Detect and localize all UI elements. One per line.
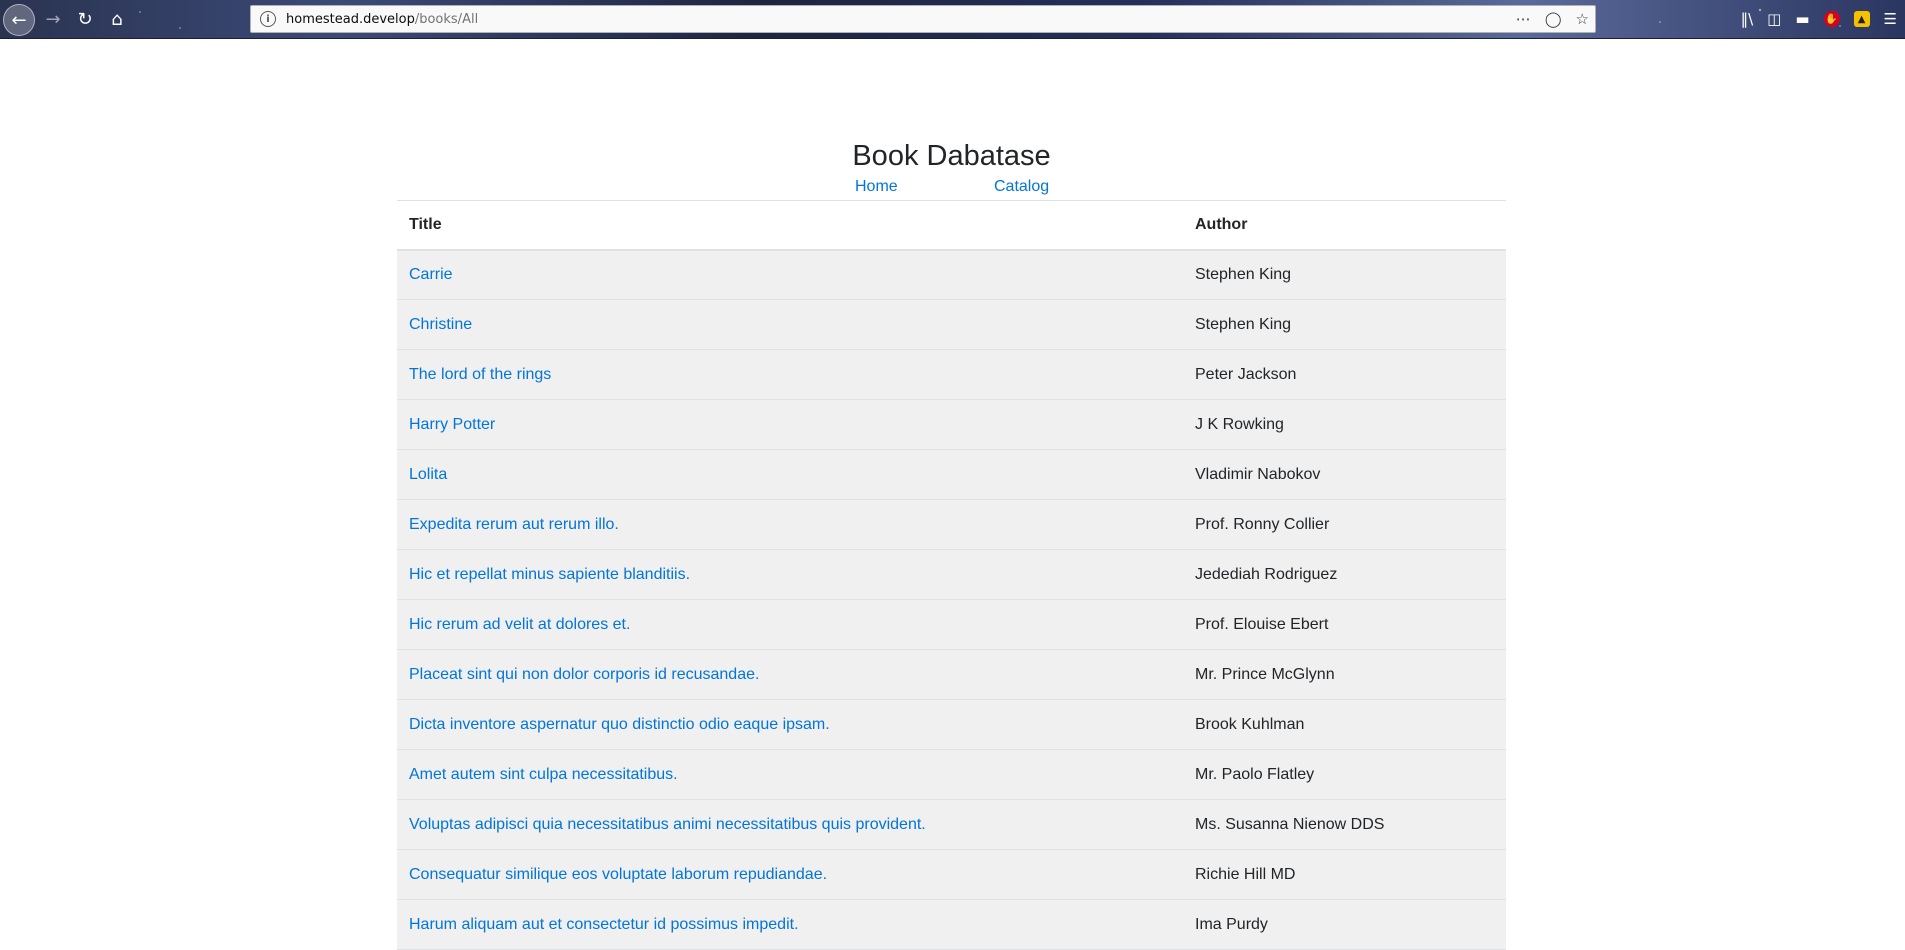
forward-arrow-icon[interactable]: → [38,4,68,34]
pocket-icon[interactable]: ◯ [1545,10,1562,28]
book-title-link[interactable]: Voluptas adipisci quia necessitatibus an… [409,816,926,833]
book-title-cell: Hic rerum ad velit at dolores et. [397,599,1183,650]
book-title-link[interactable]: Consequatur similique eos voluptate labo… [409,866,827,883]
book-title-cell: Placeat sint qui non dolor corporis id r… [397,649,1183,700]
book-author-cell: Mr. Prince McGlynn [1183,649,1506,700]
book-title-link[interactable]: Hic rerum ad velit at dolores et. [409,616,630,633]
nav-link-home[interactable]: Home [855,178,898,196]
book-author-cell: Vladimir Nabokov [1183,449,1506,500]
book-title-link[interactable]: Harum aliquam aut et consectetur id poss… [409,916,799,933]
book-author-cell: Brook Kuhlman [1183,699,1506,750]
book-title-cell: Dicta inventore aspernatur quo distincti… [397,699,1183,750]
url-host: homestead.develop [286,11,415,27]
address-bar[interactable]: i homestead.develop/books/All ⋯ ◯ ☆ [250,5,1596,33]
book-author-cell: Richie Hill MD [1183,849,1506,900]
browser-toolbar: ← → ↻ ⌂ i homestead.develop/books/All ⋯ … [0,0,1905,39]
book-author-cell: Stephen King [1183,299,1506,350]
book-title-cell: Amet autem sint culpa necessitatibus. [397,749,1183,800]
table-row: Amet autem sint culpa necessitatibus. Mr… [397,749,1506,800]
book-title-link[interactable]: Carrie [409,266,453,283]
table-row: Consequatur similique eos voluptate labo… [397,849,1506,900]
book-title-link[interactable]: Expedita rerum aut rerum illo. [409,516,619,533]
book-title-cell: The lord of the rings [397,349,1183,400]
book-author-cell: Prof. Elouise Ebert [1183,599,1506,650]
table-row: Harry Potter J K Rowking [397,399,1506,450]
table-row: Hic rerum ad velit at dolores et. Prof. … [397,599,1506,650]
toolbar-right: ‖\ ◫ ▬ ✋ ▲ ☰ [1705,4,1905,34]
url-path: /books/All [414,11,479,27]
book-title-cell: Lolita [397,449,1183,500]
book-author-cell: Ima Purdy [1183,899,1506,950]
table-row: Harum aliquam aut et consectetur id poss… [397,899,1506,950]
book-title-cell: Harry Potter [397,399,1183,450]
table-header-row: Title Author [397,200,1506,251]
column-header-author: Author [1183,200,1506,251]
book-title-link[interactable]: Harry Potter [409,416,495,433]
book-title-cell: Hic et repellat minus sapiente blanditii… [397,549,1183,600]
book-title-cell: Carrie [397,249,1183,300]
url-text[interactable]: homestead.develop/books/All [286,12,478,27]
nav-link-catalog[interactable]: Catalog [994,178,1049,196]
book-author-cell: Ms. Susanna Nienow DDS [1183,799,1506,850]
books-table: Title Author Carrie Stephen King Christi… [397,200,1506,950]
extension-icon[interactable]: ▬ [1795,10,1809,28]
book-title-link[interactable]: Hic et repellat minus sapiente blanditii… [409,566,690,583]
extension-yellow-icon[interactable]: ▲ [1853,11,1870,27]
table-row: Placeat sint qui non dolor corporis id r… [397,649,1506,700]
table-row: Dicta inventore aspernatur quo distincti… [397,699,1506,750]
back-arrow-icon[interactable]: ← [3,4,35,36]
star-icon[interactable]: ☆ [1576,10,1589,28]
book-title-link[interactable]: Lolita [409,466,447,483]
main-nav: Home Catalog [397,176,1506,200]
book-title-cell: Harum aliquam aut et consectetur id poss… [397,899,1183,950]
table-row: Expedita rerum aut rerum illo. Prof. Ron… [397,499,1506,550]
site-info-icon[interactable]: i [260,11,276,27]
ellipsis-icon[interactable]: ⋯ [1516,10,1531,28]
book-author-cell: Jedediah Rodriguez [1183,549,1506,600]
table-row: Carrie Stephen King [397,249,1506,300]
page-title: Book Dabatase [852,140,1051,172]
library-icon[interactable]: ‖\ [1741,10,1754,28]
column-header-title: Title [397,200,1183,251]
book-title-link[interactable]: Amet autem sint culpa necessitatibus. [409,766,678,783]
book-title-link[interactable]: Placeat sint qui non dolor corporis id r… [409,666,759,683]
book-title-link[interactable]: Dicta inventore aspernatur quo distincti… [409,716,830,733]
url-actions: ⋯ ◯ ☆ [1516,6,1589,32]
book-author-cell: Prof. Ronny Collier [1183,499,1506,550]
extension-red-icon[interactable]: ✋ [1823,11,1840,27]
table-row: Voluptas adipisci quia necessitatibus an… [397,799,1506,850]
book-author-cell: Mr. Paolo Flatley [1183,749,1506,800]
book-author-cell: Stephen King [1183,249,1506,300]
page-content: Book Dabatase Home Catalog Title Author … [397,38,1506,950]
book-title-cell: Voluptas adipisci quia necessitatibus an… [397,799,1183,850]
home-icon[interactable]: ⌂ [102,4,132,34]
sidebar-icon[interactable]: ◫ [1767,10,1781,28]
table-row: The lord of the rings Peter Jackson [397,349,1506,400]
book-author-cell: Peter Jackson [1183,349,1506,400]
book-title-link[interactable]: Christine [409,316,472,333]
book-title-cell: Consequatur similique eos voluptate labo… [397,849,1183,900]
book-title-link[interactable]: The lord of the rings [409,366,551,383]
book-author-cell: J K Rowking [1183,399,1506,450]
reload-icon[interactable]: ↻ [70,4,100,34]
book-title-cell: Christine [397,299,1183,350]
hamburger-menu-icon[interactable]: ☰ [1884,10,1897,28]
table-row: Hic et repellat minus sapiente blanditii… [397,549,1506,600]
table-row: Christine Stephen King [397,299,1506,350]
book-title-cell: Expedita rerum aut rerum illo. [397,499,1183,550]
table-row: Lolita Vladimir Nabokov [397,449,1506,500]
